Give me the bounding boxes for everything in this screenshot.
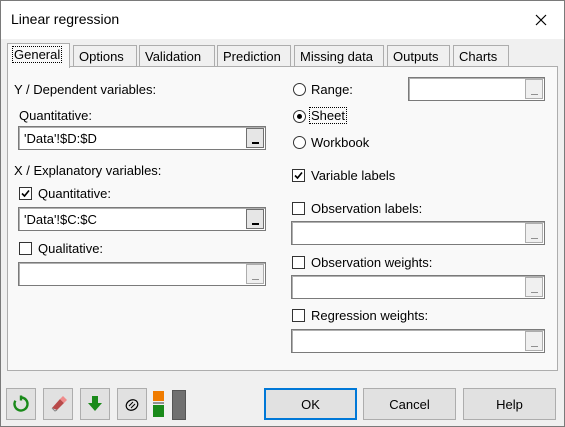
range-select-icon: [530, 238, 538, 239]
observation-weights-field[interactable]: [291, 275, 545, 299]
regression-weights-field[interactable]: [291, 329, 545, 353]
ok-button[interactable]: OK: [264, 388, 357, 420]
tab-prediction[interactable]: Prediction: [217, 45, 291, 67]
radio-selected-dot: [297, 114, 302, 119]
download-arrow-icon: [88, 396, 102, 411]
checkmark-icon: [294, 171, 303, 180]
sheet-radio-label: Sheet: [309, 107, 347, 124]
variable-labels-label: Variable labels: [311, 168, 396, 183]
workbook-radio-label: Workbook: [311, 135, 370, 150]
tab-missing-data[interactable]: Missing data: [294, 45, 384, 67]
range-select-icon: [251, 142, 259, 144]
tab-options[interactable]: Options: [73, 45, 137, 67]
window-title: Linear regression: [11, 11, 120, 27]
regression-weights-range-button[interactable]: [525, 331, 543, 351]
observation-labels-range-button[interactable]: [525, 223, 543, 243]
checkmark-icon: [21, 189, 30, 198]
download-button[interactable]: [80, 388, 110, 420]
range-radio-label: Range:: [311, 82, 353, 97]
observation-weights-range-button[interactable]: [525, 277, 543, 297]
help-button[interactable]: Help: [463, 388, 556, 420]
title-bar: Linear regression: [1, 1, 564, 39]
regression-weights-label: Regression weights:: [311, 308, 429, 323]
range-select-icon: [530, 94, 538, 95]
x-quantitative-checkbox[interactable]: [19, 187, 32, 200]
x-qualitative-range-button[interactable]: [246, 264, 264, 284]
reset-button[interactable]: [6, 388, 36, 420]
tab-charts[interactable]: Charts: [453, 45, 509, 67]
workbook-radio[interactable]: [293, 136, 306, 149]
range-select-icon: [251, 279, 259, 280]
regression-weights-checkbox[interactable]: [292, 309, 305, 322]
tab-strip: General Options Validation Prediction Mi…: [7, 43, 557, 68]
range-field[interactable]: [408, 77, 545, 101]
observation-weights-label: Observation weights:: [311, 255, 433, 270]
range-select-button[interactable]: [525, 79, 543, 99]
x-qualitative-checkbox[interactable]: [19, 242, 32, 255]
y-quantitative-label: Quantitative:: [19, 108, 92, 123]
cursor-icon: [125, 399, 139, 411]
general-panel: Y / Dependent variables: Quantitative: '…: [7, 66, 558, 371]
layout-toggle-icon: [153, 391, 164, 417]
x-quantitative-range-button[interactable]: [246, 209, 264, 229]
observation-labels-field[interactable]: [291, 221, 545, 245]
close-icon: [535, 14, 547, 26]
observation-labels-checkbox[interactable]: [292, 202, 305, 215]
y-quantitative-range-button[interactable]: [246, 128, 264, 148]
select-cursor-button[interactable]: [117, 388, 147, 420]
x-quantitative-field[interactable]: 'Data'!$C:$C: [18, 207, 266, 231]
observation-labels-label: Observation labels:: [311, 201, 423, 216]
eraser-icon: [51, 396, 67, 412]
x-quantitative-label: Quantitative:: [38, 186, 111, 201]
close-button[interactable]: [518, 1, 564, 39]
y-section-label: Y / Dependent variables:: [14, 82, 157, 97]
range-select-icon: [251, 223, 259, 225]
x-section-label: X / Explanatory variables:: [14, 163, 162, 178]
range-select-icon: [530, 292, 538, 293]
linear-regression-dialog: Linear regression General Options Valida…: [0, 0, 565, 427]
variable-labels-checkbox[interactable]: [292, 169, 305, 182]
range-radio[interactable]: [293, 83, 306, 96]
x-qualitative-label: Qualitative:: [38, 241, 104, 256]
tab-outputs[interactable]: Outputs: [387, 45, 450, 67]
observation-weights-checkbox[interactable]: [292, 256, 305, 269]
tab-validation[interactable]: Validation: [139, 45, 215, 67]
x-qualitative-field[interactable]: [18, 262, 266, 286]
clear-button[interactable]: [43, 388, 73, 420]
y-quantitative-field[interactable]: 'Data'!$D:$D: [18, 126, 266, 150]
cancel-button[interactable]: Cancel: [363, 388, 456, 420]
reset-icon: [13, 395, 29, 412]
sheet-radio[interactable]: [293, 110, 306, 123]
range-select-icon: [530, 346, 538, 347]
tab-general[interactable]: General: [7, 43, 70, 68]
panel-collapse-handle[interactable]: [172, 390, 186, 420]
layout-toggle-button[interactable]: [152, 390, 167, 418]
